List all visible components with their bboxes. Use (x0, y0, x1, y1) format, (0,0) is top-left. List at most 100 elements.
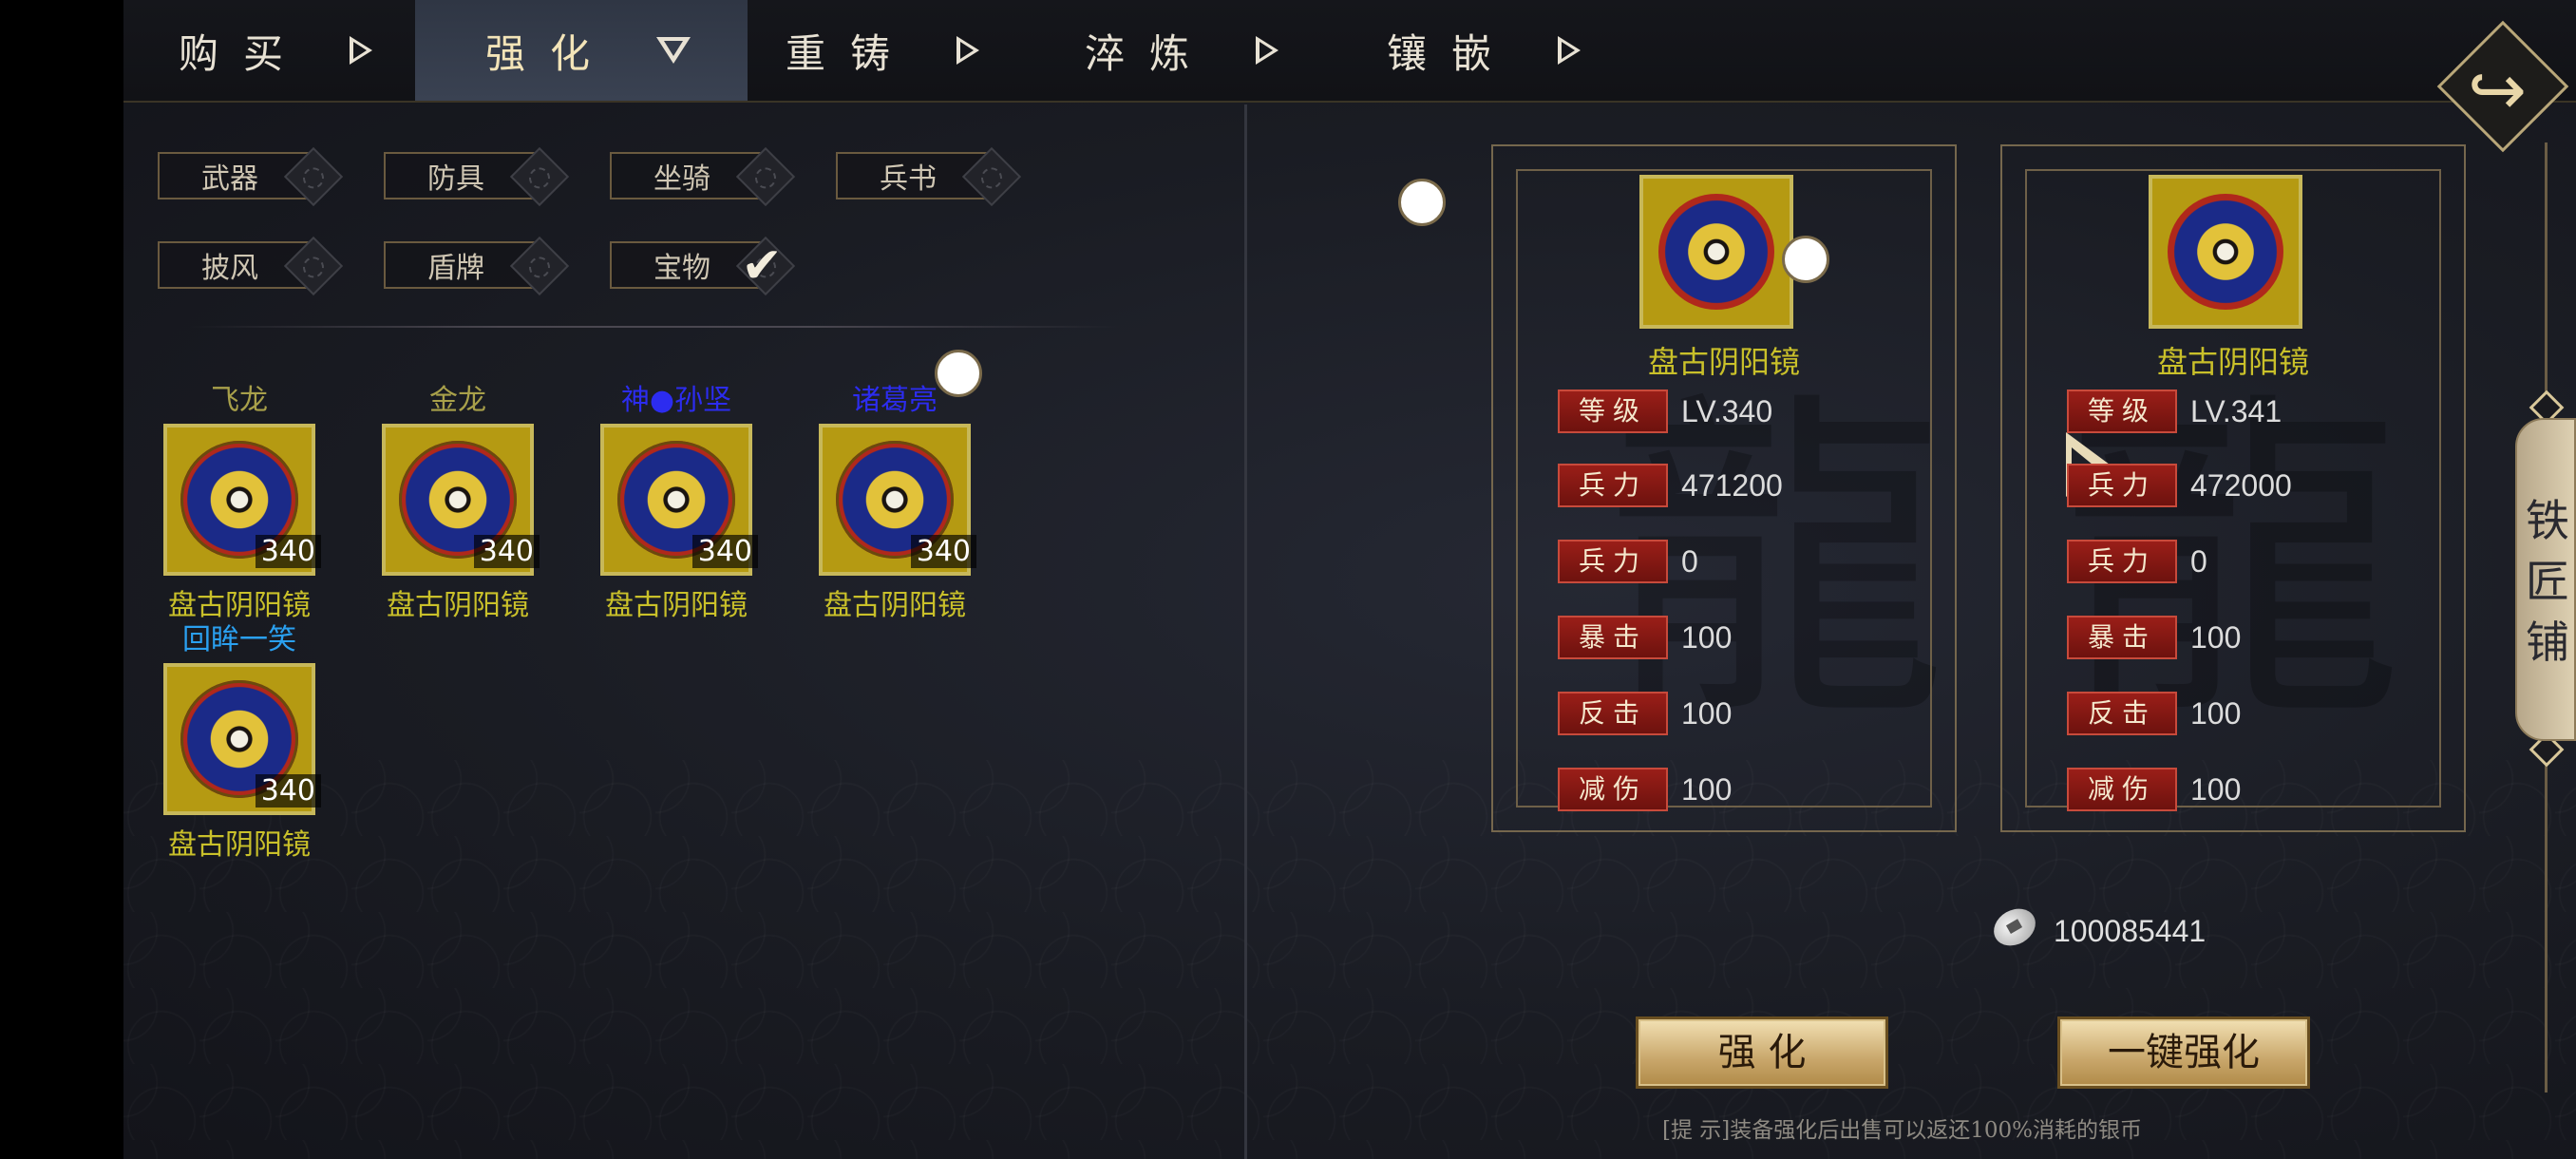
tab-label: 镶嵌 (1387, 29, 1517, 77)
one-click-enhance-button[interactable]: 一键强化 (2057, 1016, 2310, 1089)
category-armor[interactable]: 防具 (384, 146, 570, 207)
stat-label: 反击 (1558, 692, 1668, 735)
equipment-icon: 340 (382, 424, 540, 576)
item-slot[interactable]: 诸葛亮 340 盘古阴阳镜 (809, 384, 980, 623)
level-badge: 340 (255, 535, 321, 568)
tab-reforge[interactable]: 重铸 (786, 0, 980, 101)
stat-row: 兵力 472000 (2067, 464, 2292, 507)
checkbox[interactable] (509, 236, 570, 296)
category-label: 坐骑 (653, 162, 710, 196)
stat-row: 兵力 471200 (1558, 464, 1783, 507)
touch-marker (1398, 179, 1446, 226)
tab-label: 强化 (485, 29, 616, 77)
tab-bar: 购买 强化 重铸 淬炼 镶嵌 (123, 0, 2576, 103)
equipment-icon: 340 (163, 424, 321, 576)
tab-temper[interactable]: 淬炼 (1085, 0, 1279, 101)
checkbox[interactable] (509, 146, 570, 207)
stat-value: 471200 (1681, 467, 1783, 503)
owner-name: 回眸一笑 (182, 623, 296, 656)
stat-row: 暴击 100 (2067, 616, 2241, 659)
panel-divider (1244, 104, 1247, 1159)
category-label: 盾牌 (427, 252, 484, 285)
category-label: 披风 (201, 252, 258, 285)
item-slot[interactable]: 回眸一笑 340 盘古阴阳镜 (154, 623, 325, 863)
stat-label: 反击 (2067, 692, 2177, 735)
level-badge: 340 (473, 535, 540, 568)
blacksmith-screen: 龍 龍 购买 强化 重铸 淬炼 镶嵌 ↪ 武器 防具 坐骑 兵书 披风 盾牌 宝… (123, 0, 2576, 1159)
tab-label: 淬炼 (1085, 29, 1215, 77)
owner-name: 飞龙 (211, 384, 268, 417)
stat-value: 100 (2190, 695, 2242, 731)
stat-row: 兵力 0 (2067, 540, 2207, 583)
stat-value: 100 (1681, 771, 1733, 807)
current-stats-card: 盘古阴阳镜 等级 LV.340 兵力 471200 兵力 0 暴击 100 反击… (1491, 144, 1957, 832)
stat-row: 暴击 100 (1558, 616, 1732, 659)
category-cloak[interactable]: 披风 (158, 236, 344, 296)
touch-marker (935, 350, 982, 397)
category-book[interactable]: 兵书 (836, 146, 1022, 207)
stat-label: 兵力 (2067, 540, 2177, 583)
stat-value: 100 (1681, 619, 1733, 655)
stat-value: 0 (1681, 543, 1698, 579)
checkmark-icon: ✔ (741, 238, 783, 294)
level-badge: 340 (910, 535, 976, 568)
stat-row: 减伤 100 (1558, 768, 1732, 811)
category-label: 兵书 (880, 162, 937, 196)
yin-yang-mirror-icon (2168, 194, 2283, 310)
stat-label: 兵力 (1558, 540, 1668, 583)
item-name: 盘古阴阳镜 (824, 589, 966, 622)
equipment-icon: 340 (163, 663, 321, 815)
down-arrow-icon (656, 37, 691, 64)
stat-label: 兵力 (1558, 464, 1668, 507)
divider (190, 326, 1121, 328)
stat-value: 0 (2190, 543, 2207, 579)
stat-value: LV.341 (2190, 393, 2282, 428)
item-slot[interactable]: 飞龙 340 盘古阴阳镜 (154, 384, 325, 623)
category-label: 防具 (427, 162, 484, 196)
play-arrow-icon (1256, 36, 1279, 65)
category-mount[interactable]: 坐骑 (610, 146, 796, 207)
stat-label: 暴击 (1558, 616, 1668, 659)
equipment-icon: 340 (600, 424, 758, 576)
checkbox[interactable] (735, 146, 796, 207)
play-arrow-icon (957, 36, 980, 65)
checkbox[interactable] (961, 146, 1022, 207)
equipment-icon (2149, 175, 2302, 329)
level-badge: 340 (255, 774, 321, 808)
checkbox[interactable] (283, 146, 344, 207)
tab-label: 重铸 (786, 29, 916, 77)
stat-value: 472000 (2190, 467, 2292, 503)
equipment-icon (1639, 175, 1793, 329)
side-tab-label: 铁匠铺 (2526, 495, 2569, 668)
category-treasure[interactable]: 宝物 ✔ (610, 236, 796, 296)
back-button[interactable]: ↪ (2436, 20, 2569, 153)
stat-row: 反击 100 (1558, 692, 1732, 735)
tab-buy[interactable]: 购买 (179, 0, 373, 101)
yin-yang-mirror-icon (1658, 194, 1774, 310)
item-slot[interactable]: 金龙 340 盘古阴阳镜 (372, 384, 543, 623)
item-slot[interactable]: 神●孙坚 340 盘古阴阳镜 (591, 384, 762, 623)
tab-enhance[interactable]: 强化 (415, 0, 748, 101)
stat-value: LV.340 (1681, 393, 1773, 428)
stat-value: 100 (2190, 771, 2242, 807)
stat-value: 100 (2190, 619, 2242, 655)
stat-row: 兵力 0 (1558, 540, 1698, 583)
owner-name: 金龙 (429, 384, 486, 417)
stat-row: 等级 LV.341 (2067, 390, 2282, 433)
item-name: 盘古阴阳镜 (387, 589, 529, 622)
category-label: 武器 (201, 162, 258, 196)
item-name: 盘古阴阳镜 (168, 828, 311, 862)
stat-row: 减伤 100 (2067, 768, 2241, 811)
stat-label: 减伤 (1558, 768, 1668, 811)
category-weapon[interactable]: 武器 (158, 146, 344, 207)
play-arrow-icon (1558, 36, 1582, 65)
enhance-button[interactable]: 强 化 (1636, 1016, 1888, 1089)
checkbox[interactable] (283, 236, 344, 296)
category-shield[interactable]: 盾牌 (384, 236, 570, 296)
tab-label: 购买 (179, 29, 309, 77)
category-label: 宝物 (653, 252, 710, 285)
item-name: 盘古阴阳镜 (2156, 344, 2309, 380)
stat-label: 等级 (1558, 390, 1668, 433)
blacksmith-side-tab[interactable]: 铁匠铺 (2515, 418, 2576, 741)
tab-inlay[interactable]: 镶嵌 (1387, 0, 1582, 101)
